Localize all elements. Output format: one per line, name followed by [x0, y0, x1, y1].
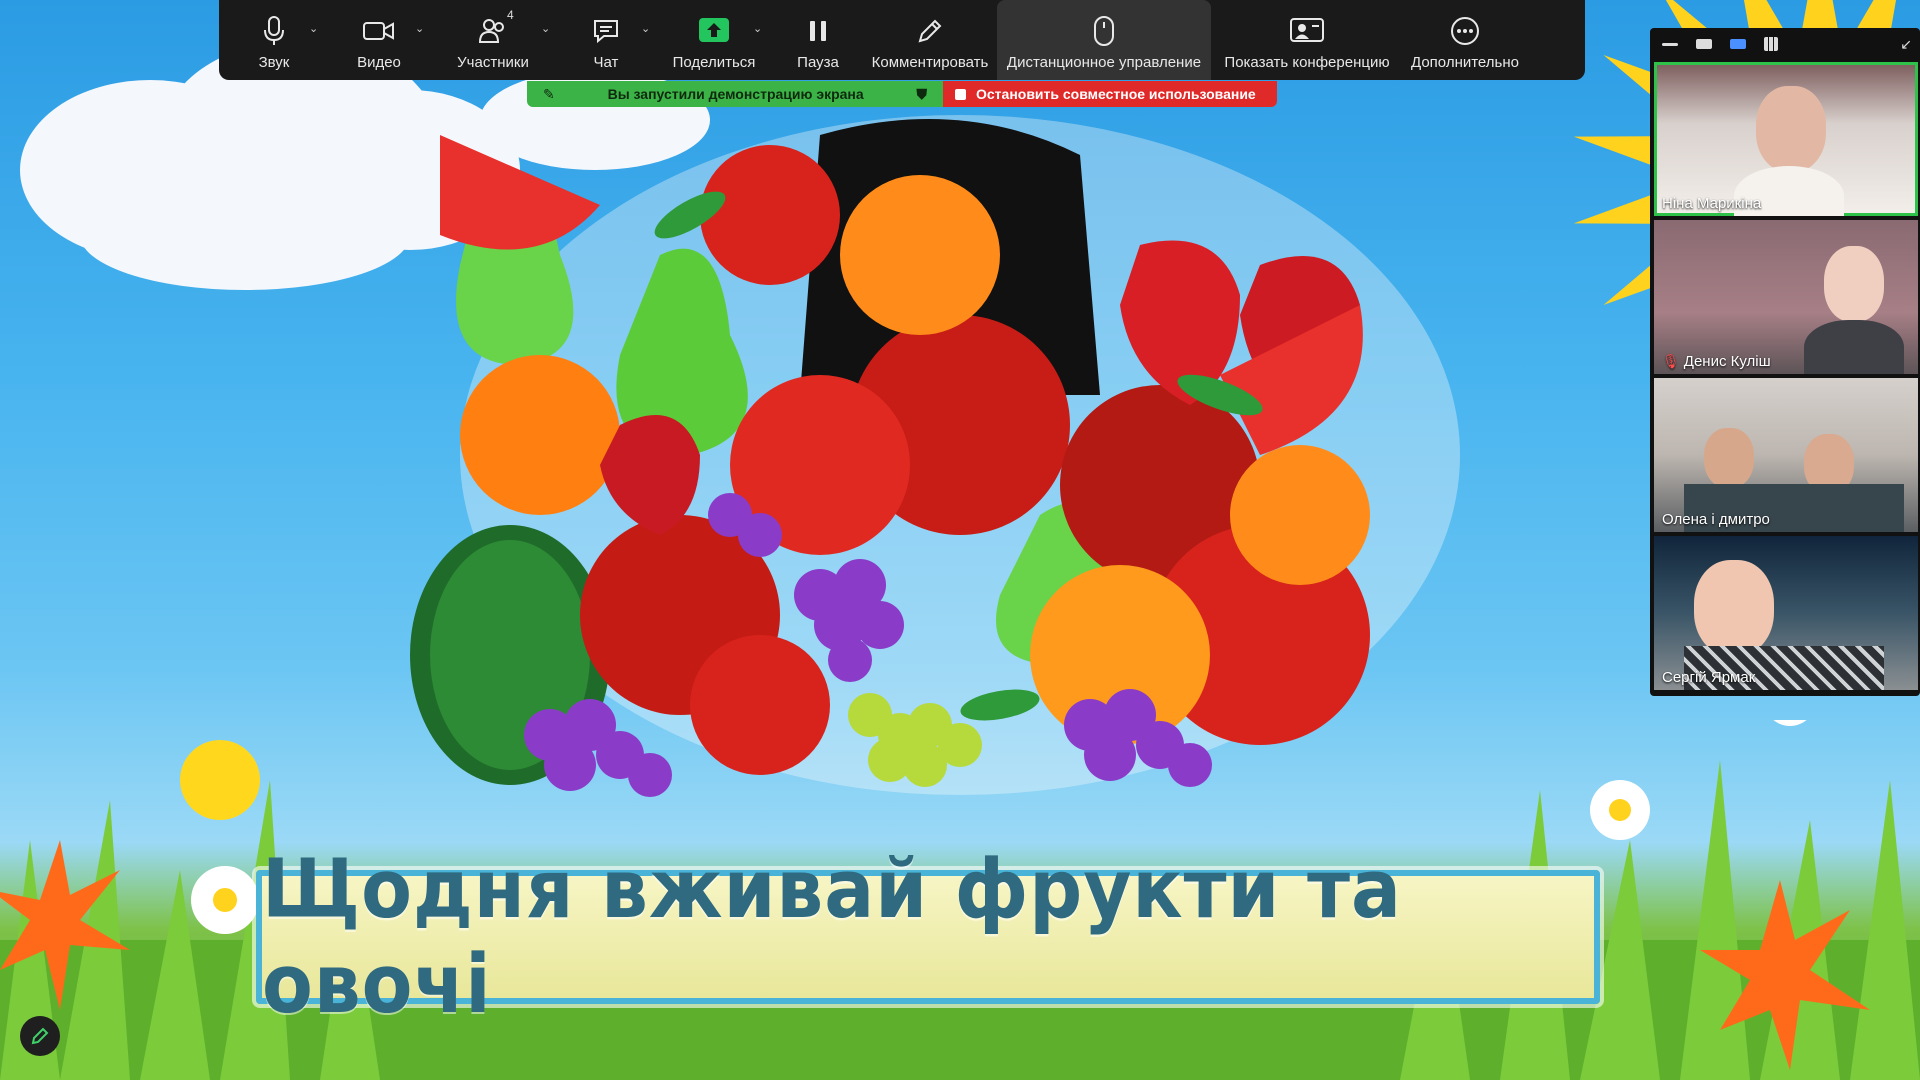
chevron-down-icon[interactable]: ⌄	[415, 22, 424, 35]
banner-text: Щодня вживай фрукти та овочі	[262, 842, 1402, 1032]
shield-icon: ⛊	[916, 85, 928, 102]
minimize-icon[interactable]	[1662, 42, 1678, 46]
meeting-window-icon	[1290, 14, 1324, 48]
pause-label: Пауза	[797, 54, 839, 71]
stop-share-button[interactable]: Остановить совместное использование	[943, 81, 1277, 107]
participants-count: 4	[507, 8, 514, 22]
video-label: Видео	[357, 54, 401, 71]
mouse-icon	[1093, 14, 1115, 48]
stop-share-label: Остановить совместное использование	[976, 86, 1256, 102]
more-icon	[1450, 14, 1480, 48]
participant-name: Олена і дмитро	[1662, 511, 1770, 528]
chat-icon	[592, 14, 620, 48]
annotate-button[interactable]: Комментировать	[863, 0, 997, 80]
share-status-text: Вы запустили демонстрацию экрана	[607, 86, 864, 102]
participant-name: Ніна Марикіна	[1662, 195, 1762, 212]
more-label: Дополнительно	[1411, 54, 1519, 71]
participants-icon	[479, 14, 507, 48]
chevron-down-icon[interactable]: ⌄	[753, 22, 762, 35]
pen-icon	[31, 1027, 49, 1045]
participant-video	[1804, 246, 1904, 374]
chevron-down-icon[interactable]: ⌄	[641, 22, 650, 35]
share-button[interactable]: ⌄ Поделиться	[655, 0, 773, 80]
audio-label: Звук	[258, 54, 290, 71]
share-status-bar: ✎ Вы запустили демонстрацию экрана ⛊ Ост…	[527, 81, 1277, 107]
meeting-toolbar: ⌄ Звук ⌄ Видео 4 ⌄ Участники ⌄ Чат ⌄ Под…	[219, 0, 1585, 80]
show-meeting-label: Показать конференцию	[1224, 54, 1390, 71]
stop-icon	[955, 88, 966, 100]
chevron-down-icon[interactable]: ⌄	[541, 22, 550, 35]
chat-button[interactable]: ⌄ Чат	[557, 0, 655, 80]
show-meeting-button[interactable]: Показать конференцию	[1211, 0, 1403, 80]
remote-control-button[interactable]: Дистанционное управление	[997, 0, 1211, 80]
speaker-view-icon[interactable]	[1696, 39, 1712, 49]
share-label: Поделиться	[672, 54, 756, 71]
video-button[interactable]: ⌄ Видео	[329, 0, 429, 80]
chat-label: Чат	[593, 54, 619, 71]
chevron-down-icon[interactable]: ⌄	[309, 22, 318, 35]
gallery-view-icon[interactable]	[1764, 37, 1778, 51]
annotate-label: Комментировать	[871, 54, 989, 71]
drag-handle-icon[interactable]: ✎	[543, 86, 555, 103]
strip-view-icon[interactable]	[1730, 39, 1746, 49]
pause-icon	[808, 14, 828, 48]
participant-name: Денис Куліш	[1683, 353, 1771, 370]
annotation-pen-button[interactable]	[20, 1016, 60, 1056]
participant-tile[interactable]: 🎙︎ Денис Куліш	[1654, 220, 1918, 374]
video-panel-header: ↙	[1650, 28, 1920, 60]
audio-button[interactable]: ⌄ Звук	[219, 0, 329, 80]
pencil-icon	[916, 14, 944, 48]
expand-icon[interactable]: ↙	[1900, 36, 1912, 53]
slide-banner: Щодня вживай фрукти та овочі	[256, 842, 1600, 1032]
muted-microphone-icon: 🎙︎	[1662, 353, 1680, 369]
share-screen-icon	[699, 14, 729, 48]
shared-screen: Щодня вживай фрукти та овочі	[0, 0, 1920, 1080]
remote-control-label: Дистанционное управление	[1006, 54, 1202, 71]
share-status: ✎ Вы запустили демонстрацию экрана ⛊	[527, 81, 943, 107]
participant-tile[interactable]: Олена і дмитро	[1654, 378, 1918, 532]
pause-share-button[interactable]: Пауза	[773, 0, 863, 80]
microphone-icon	[263, 14, 285, 48]
participants-button[interactable]: 4 ⌄ Участники	[429, 0, 557, 80]
participant-name: Сергій Ярмак	[1662, 669, 1756, 686]
camera-icon	[363, 14, 395, 48]
more-button[interactable]: Дополнительно	[1403, 0, 1527, 80]
video-panel: ↙ Ніна Марикіна 🎙︎ Денис Куліш Олена і дм…	[1650, 28, 1920, 696]
participant-name-row: 🎙︎ Денис Куліш	[1662, 353, 1771, 370]
cloud	[80, 180, 410, 290]
participant-tile[interactable]: Сергій Ярмак	[1654, 536, 1918, 690]
participant-tile[interactable]: Ніна Марикіна	[1654, 62, 1918, 216]
participants-label: Участники	[457, 54, 529, 71]
